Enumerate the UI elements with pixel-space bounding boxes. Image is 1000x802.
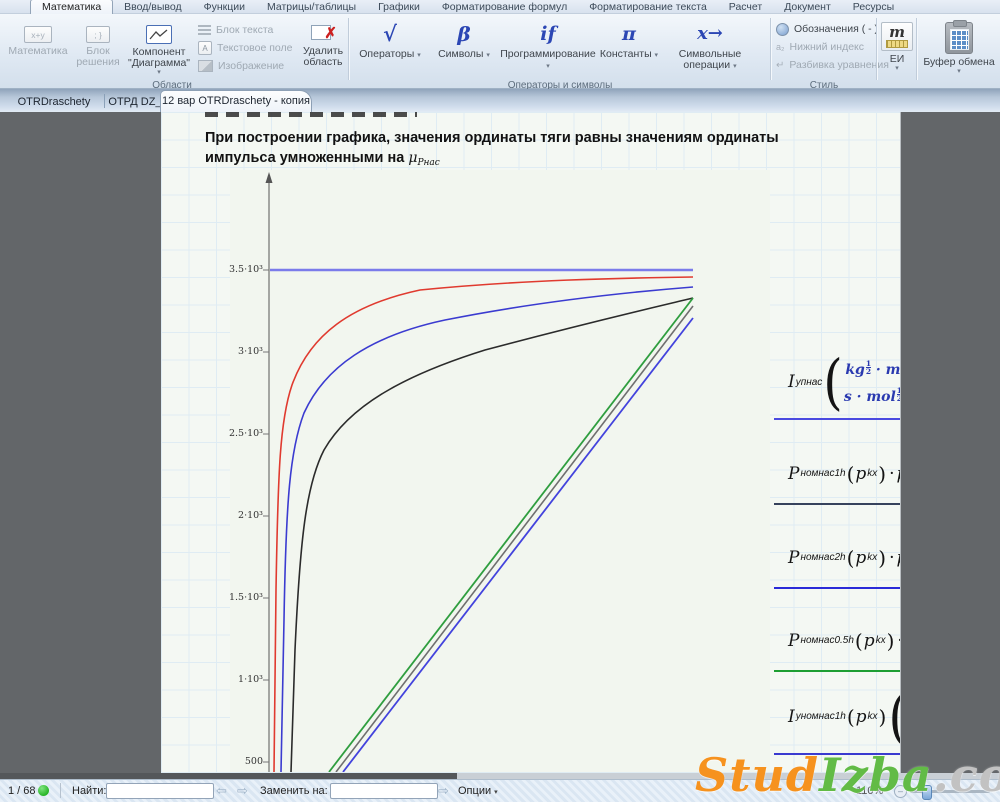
symbolic-operations-icon: x→: [697, 23, 723, 44]
status-green-dot-icon: [38, 785, 49, 796]
document-page[interactable]: При построении графика, значения ординат…: [161, 112, 901, 773]
symbols-icon: β: [457, 22, 471, 46]
y-tick-label: 3.5·10³: [228, 264, 263, 275]
delete-area-button[interactable]: ✗ Удалить область: [300, 20, 346, 78]
trace-underline: [774, 587, 900, 589]
dropdown-arrow-icon: ▾: [417, 52, 421, 59]
ribbon-tab-format-formul[interactable]: Форматирование формул: [431, 0, 578, 14]
y-tick-label: 1.5·10³: [228, 592, 263, 603]
watermark: StudIzba.com: [695, 748, 1000, 802]
trace-blue-curve: [280, 286, 694, 773]
formula-i-upnas[interactable]: Iупнас ( kg12 · m s · mol12 ): [774, 344, 900, 420]
trace-black-curve: [290, 297, 694, 773]
chart-region[interactable]: 3.5·10³ 3·10³ 2.5·10³ 2·10³ 1.5·10³ 1·10…: [228, 170, 770, 773]
doc-tab-otrdraschety[interactable]: OTRDraschety: [6, 92, 102, 112]
equation-break-button[interactable]: ↵ Разбивка уравнения: [776, 57, 889, 73]
constants-button[interactable]: π Константы ▾: [598, 20, 660, 78]
constants-icon: π: [622, 23, 636, 45]
options-button[interactable]: Опции ▾: [458, 783, 498, 799]
ribbon-tab-bar: Математика Ввод/вывод Функции Матрицы/та…: [0, 0, 1000, 14]
dropdown-arrow-icon: ▾: [957, 68, 961, 75]
document-text-block[interactable]: При построении графика, значения ординат…: [205, 128, 845, 173]
chart-component-button[interactable]: Компонент "Диаграмма" ▾: [126, 20, 192, 78]
ribbon-tab-format-teksta[interactable]: Форматирование текста: [578, 0, 718, 14]
formula-p-nomnas2h[interactable]: Pномнас2h (pkx) · μРн: [774, 526, 900, 589]
formula-column: Iупнас ( kg12 · m s · mol12 ) Pномнас1h …: [774, 112, 900, 773]
solve-block-icon: ; }: [86, 26, 110, 43]
clipboard-icon: [945, 20, 973, 54]
trace-underline: [774, 670, 900, 672]
ribbon-tab-grafiki[interactable]: Графики: [367, 0, 431, 14]
ribbon-tab-matricy[interactable]: Матрицы/таблицы: [256, 0, 367, 14]
y-tick-label: 2·10³: [238, 510, 263, 521]
subscript-icon: a₂: [776, 42, 785, 52]
ribbon-tab-vvod-vyvod[interactable]: Ввод/вывод: [113, 0, 192, 14]
dropdown-arrow-icon: ▾: [654, 52, 659, 59]
trace-underline: [774, 418, 900, 420]
y-tick-label: 2.5·10³: [228, 428, 263, 439]
units-icon: m: [881, 22, 913, 51]
text-block-icon: [198, 25, 211, 35]
ribbon-tab-resursy[interactable]: Ресурсы: [842, 0, 905, 14]
trace-gray-line: [335, 305, 694, 773]
ribbon-tab-funkcii[interactable]: Функции: [193, 0, 256, 14]
title-line1: При построении графика, значения ординат…: [205, 130, 779, 146]
y-tick-label: 500: [244, 756, 263, 767]
dropdown-arrow-icon: ▾: [733, 63, 737, 70]
formula-p-nomnas05h[interactable]: Pномнас0.5h (pkx) · μР: [774, 609, 900, 672]
units-button[interactable]: m ЕИ ▾: [880, 20, 914, 78]
mu-subscript: Рнас: [417, 158, 440, 168]
ribbon: x+y Математика ; } Блок решения Компонен…: [0, 14, 1000, 91]
ribbon-tab-matematika[interactable]: Математика: [30, 0, 114, 14]
find-next-arrow-icon[interactable]: ⇨: [237, 783, 248, 799]
formula-i-unomnas1h[interactable]: Iуномнас1h (pkx) ( kg s ·: [774, 678, 900, 755]
y-tick-label: 1·10³: [238, 674, 263, 685]
operators-button[interactable]: √ Операторы ▾: [352, 20, 428, 78]
symbolic-operations-button[interactable]: x→ Символьные операции ▾: [662, 20, 758, 78]
find-label: Найти:: [72, 785, 107, 797]
dropdown-arrow-icon: ▾: [157, 69, 161, 76]
page-indicator: 1 / 68: [8, 785, 36, 797]
image-button[interactable]: Изображение: [198, 58, 284, 74]
math-region-icon: x+y: [24, 26, 52, 43]
dropdown-arrow-icon: ▾: [546, 63, 550, 70]
math-region-button[interactable]: x+y Математика: [8, 20, 68, 78]
clipboard-button[interactable]: Буфер обмена ▾: [920, 20, 998, 78]
image-icon: [198, 60, 213, 72]
trace-underline: [774, 503, 900, 505]
text-box-icon: A: [198, 41, 212, 55]
operators-icon: √: [383, 21, 397, 46]
replace-arrow-icon[interactable]: ⇨: [438, 783, 449, 799]
chart-component-icon: [146, 25, 172, 44]
formula-p-nomnas1h[interactable]: Pномнас1h (pkx) · μРн: [774, 442, 900, 505]
replace-label: Заменить на:: [260, 785, 328, 797]
solve-block-button[interactable]: ; } Блок решения: [72, 20, 124, 78]
find-previous-arrow-icon[interactable]: ⇦: [216, 783, 227, 799]
y-tick-label: 3·10³: [238, 346, 263, 357]
ribbon-tab-raschet[interactable]: Расчет: [718, 0, 773, 14]
document-tab-bar: OTRDraschety ОТРД DZ_ 12 вар OTRDraschet…: [0, 89, 1000, 113]
labels-icon: [776, 22, 789, 36]
symbols-button[interactable]: β Символы ▾: [430, 20, 498, 78]
ribbon-tab-dokument[interactable]: Документ: [773, 0, 842, 14]
trace-green-line: [328, 297, 694, 773]
find-input[interactable]: [106, 783, 214, 799]
replace-input[interactable]: [330, 783, 438, 799]
dropdown-arrow-icon: ▾: [494, 789, 498, 796]
programming-icon: if: [540, 23, 556, 45]
subscript-button[interactable]: a₂ Нижний индекс: [776, 39, 864, 55]
doc-tab-otrd-dz[interactable]: ОТРД DZ_: [106, 92, 164, 112]
workspace: При построении графика, значения ординат…: [0, 112, 1000, 773]
text-block-button[interactable]: Блок текста: [198, 22, 273, 38]
text-box-button[interactable]: A Текстовое поле: [198, 40, 292, 56]
dropdown-arrow-icon: ▾: [895, 65, 899, 72]
delete-area-icon: ✗: [311, 25, 337, 43]
doc-tab-12-var-active[interactable]: 12 вар OTRDraschety - копия: [160, 90, 312, 113]
equation-break-icon: ↵: [776, 59, 785, 71]
clipped-text-line: [205, 112, 417, 117]
labels-button[interactable]: Обозначения ( - ) ▾: [776, 21, 884, 37]
chart-canvas: [263, 172, 694, 773]
dropdown-arrow-icon: ▾: [486, 52, 490, 59]
programming-button[interactable]: if Программирование ▾: [500, 20, 596, 78]
